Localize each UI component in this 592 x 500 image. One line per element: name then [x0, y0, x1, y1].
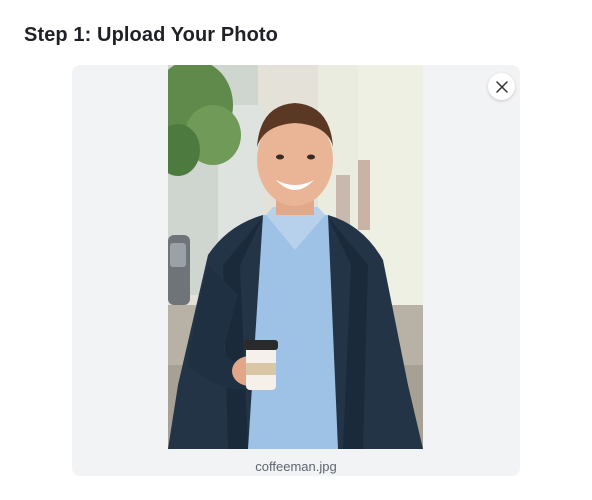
photo-illustration — [168, 65, 423, 449]
step-title: Step 1: Upload Your Photo — [24, 24, 278, 46]
upload-step-panel: Step 1: Upload Your Photo coffeeman.jpg — [0, 0, 592, 500]
upload-preview-card: coffeeman.jpg — [72, 65, 520, 476]
uploaded-photo — [168, 65, 423, 449]
file-name: coffeeman.jpg — [255, 459, 337, 474]
remove-photo-button[interactable] — [488, 73, 515, 100]
close-icon — [495, 80, 508, 93]
